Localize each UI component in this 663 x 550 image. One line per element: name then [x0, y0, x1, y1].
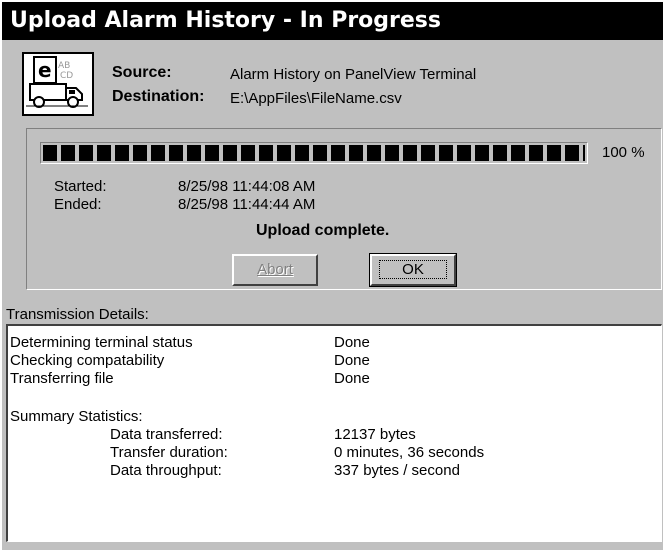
stat-value: 337 bytes / second [334, 462, 460, 479]
ok-button[interactable]: OK [369, 253, 457, 287]
svg-text:CD: CD [60, 71, 73, 81]
step-status: Done [334, 352, 370, 369]
progress-percent: 100 % [602, 144, 645, 161]
stat-name: Data throughput: [110, 462, 222, 479]
step-name: Determining terminal status [10, 334, 193, 351]
started-label: Started: [54, 178, 107, 195]
stat-value: 12137 bytes [334, 426, 416, 443]
destination-value: E:\AppFiles\FileName.csv [230, 90, 402, 107]
step-status: Done [334, 334, 370, 351]
abort-button[interactable]: Abort [232, 254, 318, 286]
ended-value: 8/25/98 11:44:44 AM [178, 196, 316, 213]
stat-name: Data transferred: [110, 426, 223, 443]
window-title: Upload Alarm History - In Progress [2, 2, 663, 40]
destination-label: Destination: [112, 88, 205, 105]
ok-button-label: OK [379, 260, 447, 279]
summary-title: Summary Statistics: [10, 408, 143, 425]
step-status: Done [334, 370, 370, 387]
svg-text:e: e [38, 58, 52, 82]
details-label: Transmission Details: [6, 306, 149, 323]
svg-text:AB: AB [58, 61, 70, 71]
stat-value: 0 minutes, 36 seconds [334, 444, 485, 461]
stat-name: Transfer duration: [110, 444, 228, 461]
step-name: Transferring file [10, 370, 114, 387]
details-box[interactable]: Determining terminal status Done Checkin… [6, 324, 662, 542]
progress-fill [43, 145, 585, 161]
abort-button-label: Abort [257, 261, 293, 278]
upload-truck-icon: e AB CD [22, 52, 94, 116]
source-value: Alarm History on PanelView Terminal [230, 66, 477, 83]
ended-label: Ended: [54, 196, 102, 213]
status-message: Upload complete. [256, 222, 390, 239]
progress-bar [40, 142, 588, 164]
started-value: 8/25/98 11:44:08 AM [178, 178, 316, 195]
source-label: Source: [112, 64, 172, 81]
upload-dialog: Upload Alarm History - In Progress e AB … [0, 0, 663, 550]
step-name: Checking compatability [10, 352, 165, 369]
